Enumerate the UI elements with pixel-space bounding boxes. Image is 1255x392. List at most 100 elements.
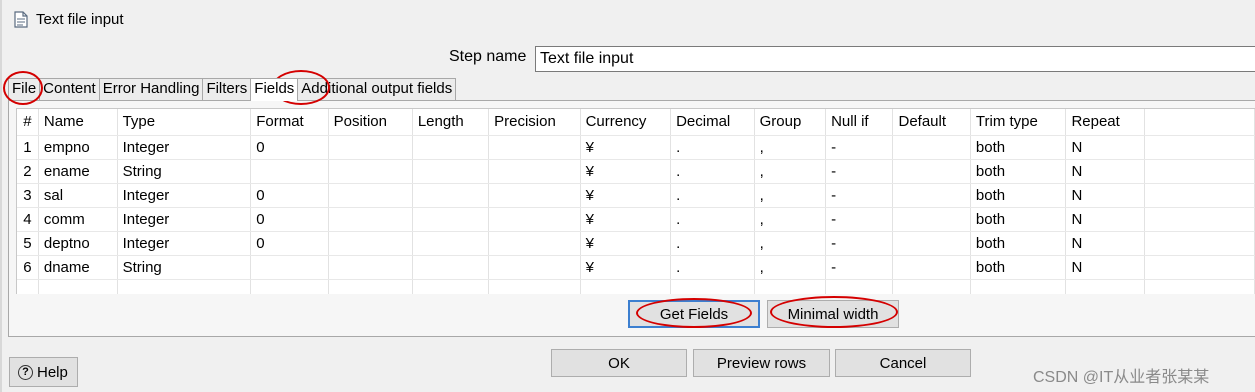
table-row[interactable]: 5 deptno Integer 0 ¥., - both N xyxy=(17,231,1255,256)
table-cell[interactable]: 0 xyxy=(250,135,329,160)
table-cell[interactable]: , xyxy=(754,255,827,280)
table-cell[interactable] xyxy=(328,183,413,208)
column-header[interactable]: Precision xyxy=(488,109,581,136)
table-cell[interactable]: deptno xyxy=(38,231,118,256)
fields-table[interactable]: # Name Type Format Position Length Preci… xyxy=(16,108,1255,294)
table-cell[interactable]: N xyxy=(1065,207,1145,232)
table-cell[interactable]: both xyxy=(970,135,1067,160)
table-cell[interactable] xyxy=(892,231,971,256)
table-cell[interactable]: Integer xyxy=(117,135,252,160)
table-row[interactable]: 2 ename String ¥., - both N xyxy=(17,159,1255,184)
table-cell[interactable]: both xyxy=(970,159,1067,184)
table-cell[interactable]: N xyxy=(1065,231,1145,256)
table-cell[interactable]: Integer xyxy=(117,207,252,232)
tab-filters[interactable]: Filters xyxy=(202,78,252,100)
table-cell[interactable] xyxy=(488,183,581,208)
table-cell[interactable]: , xyxy=(754,207,827,232)
column-header[interactable]: Format xyxy=(250,109,329,136)
table-cell[interactable]: N xyxy=(1065,255,1145,280)
table-cell[interactable] xyxy=(488,231,581,256)
table-cell[interactable]: sal xyxy=(38,183,118,208)
table-cell[interactable]: both xyxy=(970,183,1067,208)
table-cell[interactable] xyxy=(892,255,971,280)
table-cell[interactable] xyxy=(328,231,413,256)
table-cell[interactable]: dname xyxy=(38,255,118,280)
column-header[interactable]: Type xyxy=(117,109,252,136)
table-cell[interactable]: ¥ xyxy=(580,207,672,232)
table-row-empty[interactable] xyxy=(17,279,1255,294)
table-cell[interactable] xyxy=(488,255,581,280)
table-cell[interactable]: . xyxy=(670,135,755,160)
table-cell[interactable] xyxy=(488,207,581,232)
table-cell[interactable]: 0 xyxy=(250,231,329,256)
column-header[interactable]: Repeat xyxy=(1065,109,1145,136)
table-row[interactable]: 4 comm Integer 0 ¥., - both N xyxy=(17,207,1255,232)
table-cell[interactable]: , xyxy=(754,183,827,208)
tab-additional-output-fields[interactable]: Additional output fields xyxy=(297,78,457,100)
table-cell[interactable]: , xyxy=(754,159,827,184)
table-cell[interactable] xyxy=(412,135,490,160)
table-cell[interactable]: - xyxy=(825,207,894,232)
table-cell[interactable]: . xyxy=(670,231,755,256)
preview-rows-button[interactable]: Preview rows xyxy=(693,349,830,377)
table-row[interactable]: 3 sal Integer 0 ¥., - both N xyxy=(17,183,1255,208)
tab-fields[interactable]: Fields xyxy=(250,78,299,101)
column-header[interactable]: Length xyxy=(412,109,490,136)
get-fields-button[interactable]: Get Fields xyxy=(628,300,760,328)
column-header[interactable]: Null if xyxy=(825,109,894,136)
table-cell[interactable]: ¥ xyxy=(580,135,672,160)
table-cell[interactable]: - xyxy=(825,231,894,256)
table-cell[interactable] xyxy=(412,183,490,208)
table-cell[interactable] xyxy=(488,135,581,160)
column-header[interactable]: # xyxy=(17,109,39,136)
table-cell[interactable]: ename xyxy=(38,159,118,184)
table-row[interactable]: 6 dname String ¥., - both N xyxy=(17,255,1255,280)
table-cell[interactable]: . xyxy=(670,207,755,232)
table-cell[interactable] xyxy=(328,255,413,280)
tab-file[interactable]: File xyxy=(8,78,41,100)
tab-content[interactable]: Content xyxy=(39,78,100,100)
table-cell[interactable] xyxy=(892,159,971,184)
table-cell[interactable]: both xyxy=(970,255,1067,280)
column-header[interactable]: Decimal xyxy=(670,109,755,136)
table-cell[interactable]: ¥ xyxy=(580,159,672,184)
help-button[interactable]: ? Help xyxy=(9,357,78,387)
table-cell[interactable] xyxy=(328,135,413,160)
table-cell[interactable]: - xyxy=(825,183,894,208)
column-header[interactable]: Currency xyxy=(580,109,672,136)
table-cell[interactable]: N xyxy=(1065,159,1145,184)
ok-button[interactable]: OK xyxy=(551,349,687,377)
table-cell[interactable]: empno xyxy=(38,135,118,160)
step-name-input[interactable] xyxy=(535,46,1255,72)
table-cell[interactable]: - xyxy=(825,159,894,184)
table-cell[interactable]: ¥ xyxy=(580,231,672,256)
table-cell[interactable]: both xyxy=(970,231,1067,256)
table-row[interactable]: 1 empno Integer 0 ¥., - both N xyxy=(17,135,1255,160)
table-cell[interactable] xyxy=(250,159,329,184)
tab-error-handling[interactable]: Error Handling xyxy=(98,78,204,100)
table-cell[interactable]: ¥ xyxy=(580,183,672,208)
table-cell[interactable] xyxy=(892,135,971,160)
table-cell[interactable]: Integer xyxy=(117,231,252,256)
table-cell[interactable]: , xyxy=(754,135,827,160)
table-cell[interactable]: comm xyxy=(38,207,118,232)
table-cell[interactable] xyxy=(412,255,490,280)
table-cell[interactable]: , xyxy=(754,231,827,256)
table-cell[interactable]: Integer xyxy=(117,183,252,208)
table-cell[interactable]: - xyxy=(825,255,894,280)
minimal-width-button[interactable]: Minimal width xyxy=(767,300,899,328)
column-header[interactable]: Name xyxy=(38,109,118,136)
table-cell[interactable] xyxy=(892,207,971,232)
column-header[interactable]: Position xyxy=(328,109,413,136)
table-cell[interactable]: both xyxy=(970,207,1067,232)
table-cell[interactable] xyxy=(488,159,581,184)
table-cell[interactable] xyxy=(250,255,329,280)
table-cell[interactable]: String xyxy=(117,255,252,280)
table-cell[interactable] xyxy=(328,159,413,184)
table-cell[interactable] xyxy=(412,207,490,232)
table-cell[interactable]: N xyxy=(1065,135,1145,160)
column-header[interactable]: Trim type xyxy=(970,109,1067,136)
table-cell[interactable]: . xyxy=(670,255,755,280)
table-cell[interactable] xyxy=(892,183,971,208)
cancel-button[interactable]: Cancel xyxy=(835,349,971,377)
